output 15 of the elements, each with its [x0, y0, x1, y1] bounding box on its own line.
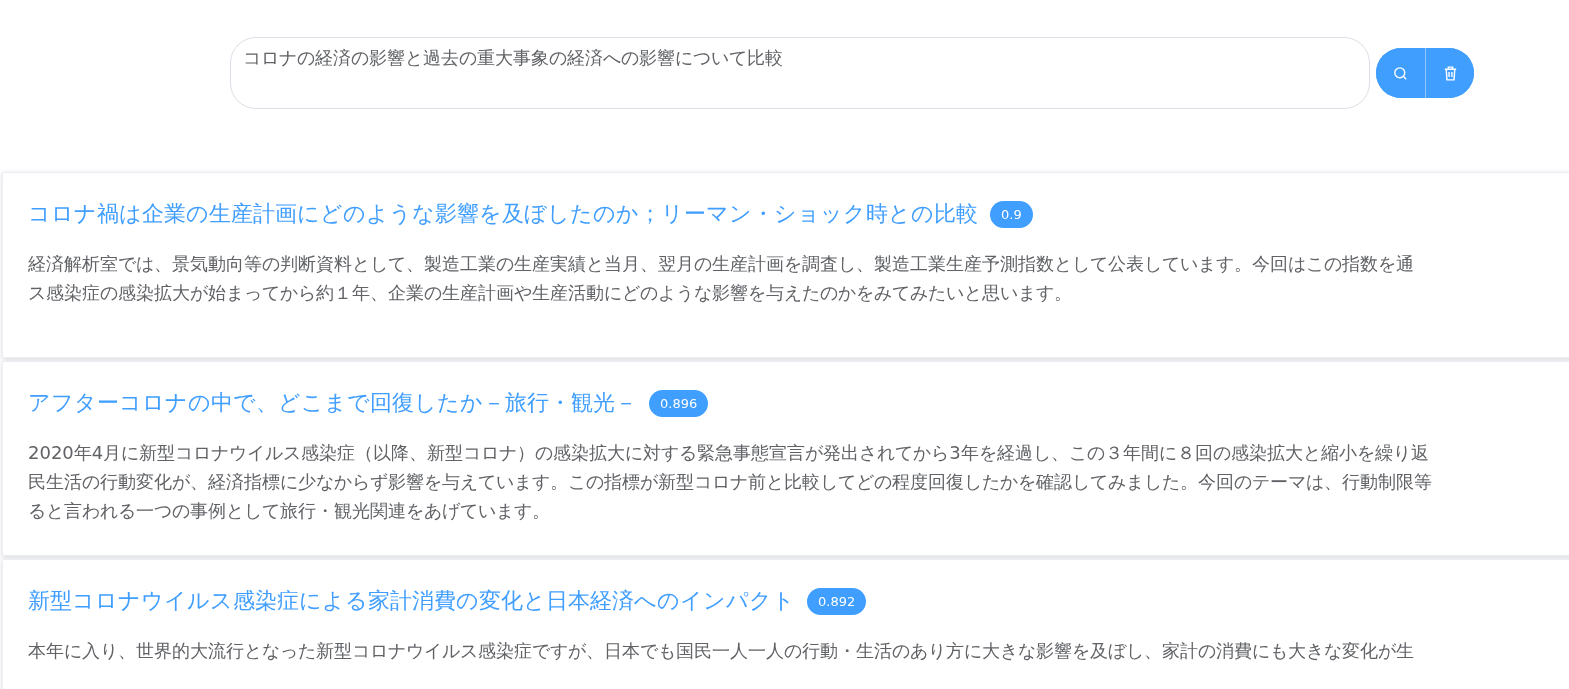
search-icon: [1392, 64, 1409, 82]
result-text: ると言われる一つの事例として旅行・観光関連をあげています。: [28, 499, 551, 523]
result-text: ス感染症の感染拡大が始まってから約１年、企業の生産計画や生産活動にどのような影響を与えたのかをみてみたいと思います。: [28, 281, 1073, 305]
result-text: 経済解析室では、景気動向等の判断資料として、製造工業の生産実績と当月、翌月の生産計画を調査し、製造工業生産予測指数として公表しています。今回はこの指数を通: [28, 252, 1415, 276]
result-text: 本年に入り、世界的大流行となった新型コロナウイルス感染症ですが、日本でも国民一人一人の行動・生活のあり方に大きな影響を及ぼし、家計の消費にも大きな変化が生: [28, 639, 1415, 663]
result-title[interactable]: アフターコロナの中で、どこまで回復したか－旅行・観光－: [28, 388, 637, 418]
search-field[interactable]: コロナの経済の影響と過去の重大事象の経済への影響について比較: [230, 37, 1370, 109]
result-title[interactable]: 新型コロナウイルス感染症による家計消費の変化と日本経済へのインパクト: [28, 586, 795, 616]
score-badge: 0.9: [990, 200, 1033, 228]
result-text: 民生活の行動変化が、経済指標に少なからず影響を与えています。この指標が新型コロナ前と比較してどの程度回復したかを確認してみました。今回のテーマは、行動制限等: [28, 470, 1433, 494]
result-text: 2020年4月に新型コロナウイルス感染症（以降、新型コロナ）の感染拡大に対する緊急事態宣言が発出されてから3年を経過し、この３年間に８回の感染拡大と縮小を繰り返: [28, 441, 1430, 465]
score-badge: 0.896: [649, 389, 709, 417]
result-title[interactable]: コロナ禍は企業の生産計画にどのような影響を及ぼしたのか；リーマン・ショック時との比較: [28, 199, 978, 229]
delete-button[interactable]: [1425, 48, 1474, 98]
score-badge: 0.892: [807, 587, 867, 615]
